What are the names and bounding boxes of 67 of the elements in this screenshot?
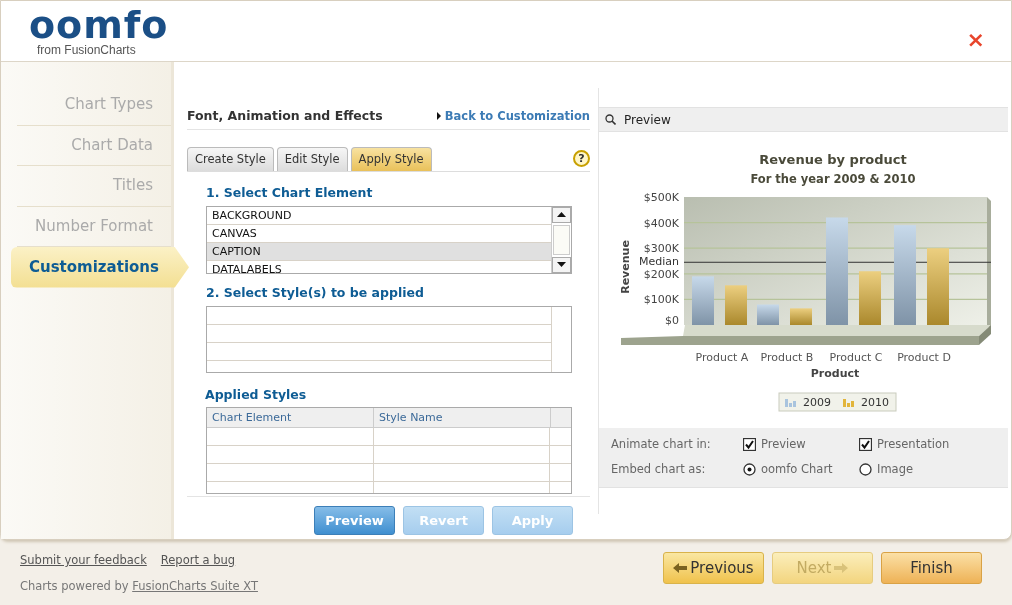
section-title: Font, Animation and Effects: [187, 107, 383, 125]
section-heading: Applied Styles: [205, 385, 308, 404]
tab[interactable]: Create Style: [187, 146, 274, 171]
legend-icon: [785, 399, 796, 407]
radio-label: Image: [877, 461, 914, 479]
arrow-left-icon: [673, 563, 688, 573]
column-header: Chart Element: [207, 408, 374, 428]
help-icon[interactable]: ?: [573, 150, 590, 167]
bar: [859, 271, 881, 325]
close-button[interactable]: ×: [966, 19, 985, 61]
chart-subtitle: For the year 2009 & 2010: [750, 172, 916, 186]
footer-link[interactable]: Submit your feedback: [20, 553, 147, 567]
list-item[interactable]: DATALABELS: [207, 260, 551, 273]
checkbox-label: Presentation: [877, 436, 950, 453]
caret-icon: [436, 112, 441, 121]
radio-button[interactable]: [859, 463, 872, 477]
footer-link[interactable]: Report a bug: [160, 553, 236, 567]
list-item[interactable]: CANVAS: [207, 224, 551, 243]
radio-button[interactable]: [743, 463, 756, 477]
bar: [790, 308, 812, 325]
y-axis-title: Revenue: [619, 240, 632, 294]
x-axis-label: Product A: [695, 351, 749, 364]
scrollbar-thumb[interactable]: [553, 224, 570, 255]
column-header: Style Name: [378, 410, 444, 427]
y-tick-label: $0: [665, 314, 679, 327]
legend-label: 2010: [861, 396, 889, 409]
option-label: Animate chart in:: [611, 436, 712, 453]
powered-by-link[interactable]: FusionCharts Suite XT: [132, 578, 258, 593]
search-icon: [605, 114, 616, 125]
powered-by-text: Charts powered by: [20, 578, 129, 593]
chart-title: Revenue by product: [759, 152, 907, 167]
scroll-down-icon[interactable]: [552, 256, 571, 273]
y-tick-label: $100K: [643, 293, 679, 307]
element-list[interactable]: BACKGROUND CANVAS CAPTION DATALABELS: [206, 205, 572, 274]
previous-button[interactable]: Previous: [663, 552, 764, 584]
tab[interactable]: Apply Style: [350, 146, 432, 171]
x-axis-label: Product B: [760, 351, 814, 364]
option-label: Embed chart as:: [611, 461, 707, 479]
tab[interactable]: Edit Style: [276, 146, 348, 171]
bar: [757, 304, 779, 325]
median-label: Median: [639, 255, 679, 269]
section-heading: 1. Select Chart Element: [206, 184, 374, 202]
finish-button[interactable]: Finish: [881, 552, 982, 584]
list-item[interactable]: BACKGROUND: [207, 206, 551, 225]
legend-icon: [843, 399, 854, 407]
checkbox-label: Preview: [761, 436, 806, 453]
checkbox[interactable]: [743, 438, 756, 452]
x-axis-label: Product D: [897, 351, 951, 364]
y-tick-label: $500K: [643, 191, 679, 204]
panel-title: Preview: [624, 111, 671, 129]
y-tick-label: $300K: [643, 242, 679, 256]
y-tick-label: $200K: [643, 267, 679, 281]
logo-subtitle: from FusionCharts: [37, 43, 137, 57]
y-tick-label: $400K: [643, 216, 679, 230]
back-link[interactable]: Back to Customization: [444, 107, 590, 125]
x-axis-title: Product: [810, 367, 860, 380]
x-axis-label: Product C: [829, 351, 883, 364]
bar: [725, 285, 747, 325]
logo-text: oomfo: [29, 7, 169, 43]
sidebar-item[interactable]: Customizations: [11, 247, 189, 288]
arrow-right-icon: [834, 563, 849, 573]
scroll-up-icon[interactable]: [552, 206, 571, 223]
bar: [692, 276, 714, 325]
legend-label: 2009: [803, 396, 831, 409]
radio-label: oomfo Chart: [761, 461, 833, 479]
checkbox[interactable]: [859, 438, 872, 452]
section-heading: 2. Select Style(s) to be applied: [206, 283, 425, 302]
